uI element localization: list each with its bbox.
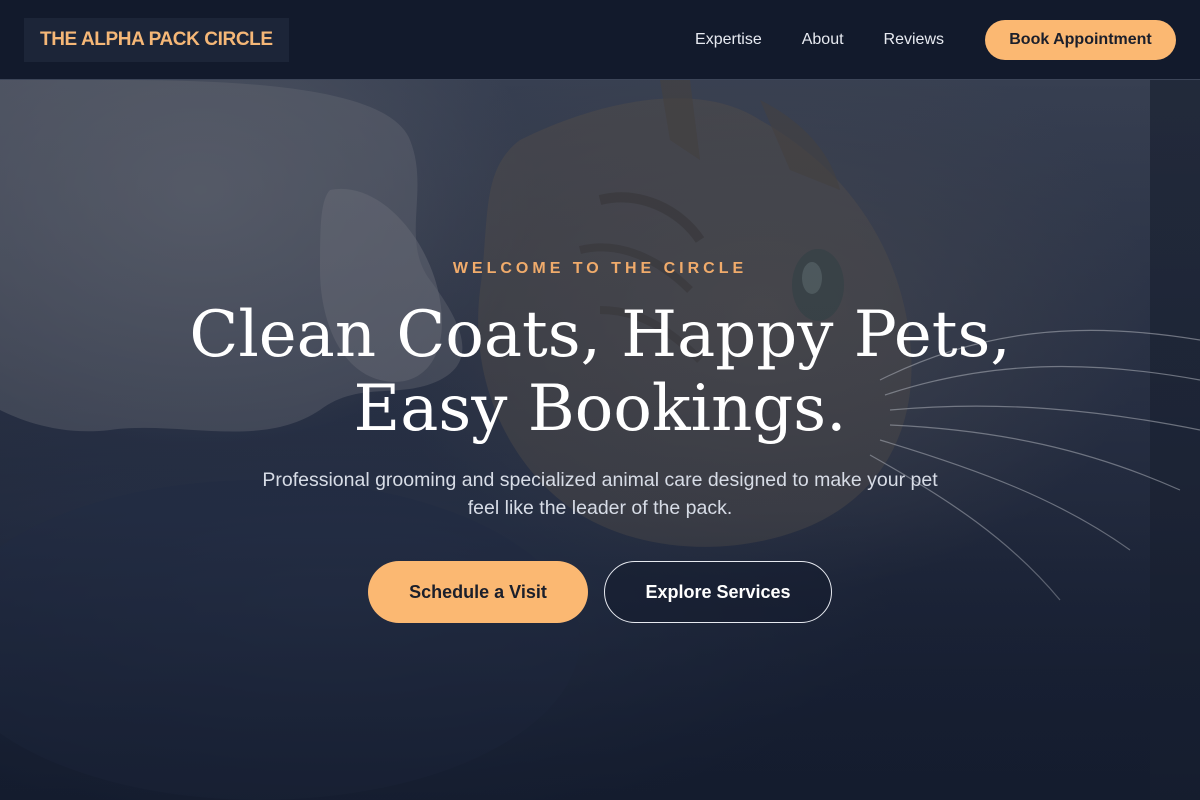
site-header: THE ALPHA PACK CIRCLE Expertise About Re… xyxy=(0,0,1200,80)
explore-services-button[interactable]: Explore Services xyxy=(604,561,832,623)
hero-content: WELCOME TO THE CIRCLE Clean Coats, Happy… xyxy=(0,80,1200,800)
headline-line-1: Clean Coats, Happy Pets, xyxy=(189,298,1011,372)
nav-link-about[interactable]: About xyxy=(802,31,844,49)
site-logo[interactable]: THE ALPHA PACK CIRCLE xyxy=(24,17,289,62)
hero-subtitle: Professional grooming and specialized an… xyxy=(262,469,938,519)
nav-link-reviews[interactable]: Reviews xyxy=(884,31,944,49)
headline-line-2: Easy Bookings. xyxy=(353,372,847,446)
hero-headline: Clean Coats, Happy Pets, Easy Bookings. xyxy=(150,298,1050,446)
main-nav: Expertise About Reviews Book Appointment xyxy=(695,19,1176,60)
schedule-visit-button[interactable]: Schedule a Visit xyxy=(368,561,588,623)
hero-eyebrow: WELCOME TO THE CIRCLE xyxy=(452,260,748,277)
nav-link-expertise[interactable]: Expertise xyxy=(695,31,762,49)
book-appointment-button[interactable]: Book Appointment xyxy=(985,19,1176,60)
